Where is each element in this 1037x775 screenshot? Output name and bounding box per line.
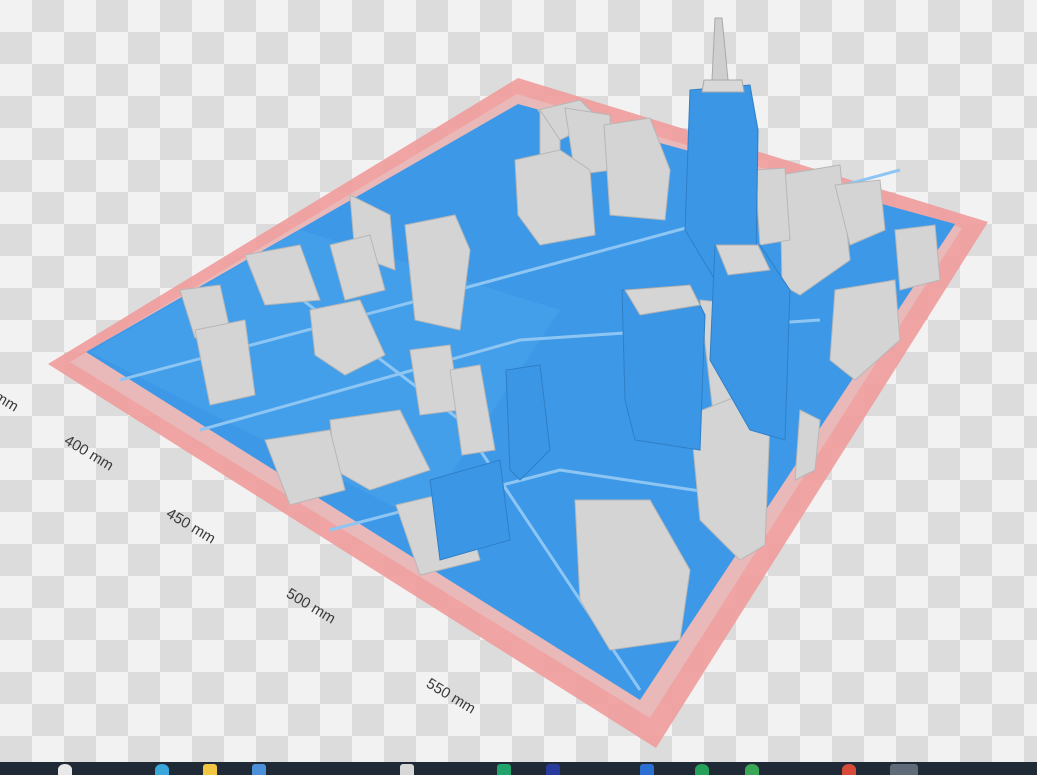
chrome-icon[interactable] <box>745 764 759 775</box>
taskbar <box>0 762 1037 775</box>
app-icon-red[interactable] <box>842 764 856 775</box>
app-icon-green[interactable] <box>497 764 511 775</box>
search-icon[interactable] <box>58 764 72 775</box>
edge-browser-icon[interactable] <box>155 764 169 775</box>
mail-icon[interactable] <box>400 764 414 775</box>
app-icon-blue[interactable] <box>640 764 654 775</box>
3d-viewport[interactable]: mm 400 mm 450 mm 500 mm 550 mm <box>0 0 1037 762</box>
scene-svg <box>48 17 988 748</box>
store-icon[interactable] <box>252 764 266 775</box>
app-icon-teal[interactable] <box>695 764 709 775</box>
file-explorer-icon[interactable] <box>203 764 217 775</box>
app-icon-dark[interactable] <box>546 764 560 775</box>
app-icon-gray[interactable] <box>890 764 918 775</box>
